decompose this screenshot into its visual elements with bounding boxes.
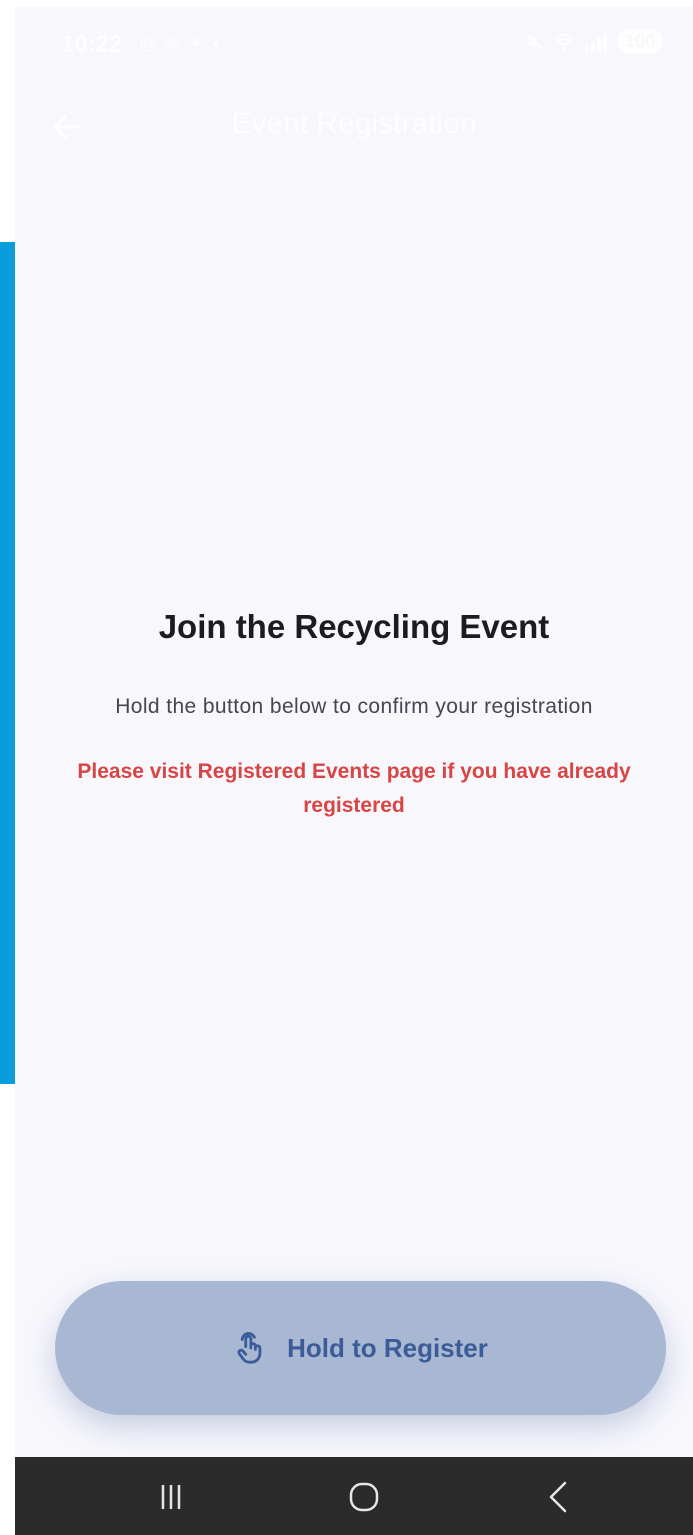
notification-icons: @ ✉ ⚘ • xyxy=(139,33,219,54)
recent-apps-icon[interactable] xyxy=(151,1477,191,1517)
system-icons: 100 xyxy=(525,29,663,54)
notification-icon-app: ⚘ xyxy=(188,33,205,53)
app-screen: 10:22 @ ✉ ⚘ • 100 Event Registration Joi… xyxy=(15,7,693,1535)
notification-icon-mail: ✉ xyxy=(165,33,181,53)
signal-icon xyxy=(584,33,607,52)
hold-to-register-button[interactable]: Hold to Register xyxy=(55,1281,666,1415)
status-time: 10:22 xyxy=(61,31,123,58)
system-navigation-bar xyxy=(15,1457,693,1535)
touch-hand-icon xyxy=(237,1332,262,1364)
app-bar: Event Registration xyxy=(15,95,693,159)
event-heading: Join the Recycling Event xyxy=(158,608,550,645)
notification-icon-at: @ xyxy=(139,33,158,53)
wifi-icon xyxy=(553,33,575,50)
back-icon[interactable] xyxy=(539,1477,579,1517)
instruction-text: Hold the button below to confirm your re… xyxy=(115,695,593,718)
home-icon[interactable] xyxy=(344,1477,384,1517)
warning-text: Please visit Registered Events page if y… xyxy=(77,760,631,817)
page-title: Event Registration xyxy=(231,107,477,140)
side-accent-bar xyxy=(0,242,15,1084)
notification-icon-dot: • xyxy=(212,33,219,53)
mute-icon xyxy=(526,32,544,51)
battery-indicator: 100 xyxy=(616,29,663,54)
registration-content: Join the Recycling Event Hold the button… xyxy=(15,607,693,823)
hold-button-label: Hold to Register xyxy=(287,1332,488,1363)
status-bar: 10:22 @ ✉ ⚘ • 100 xyxy=(15,7,693,87)
